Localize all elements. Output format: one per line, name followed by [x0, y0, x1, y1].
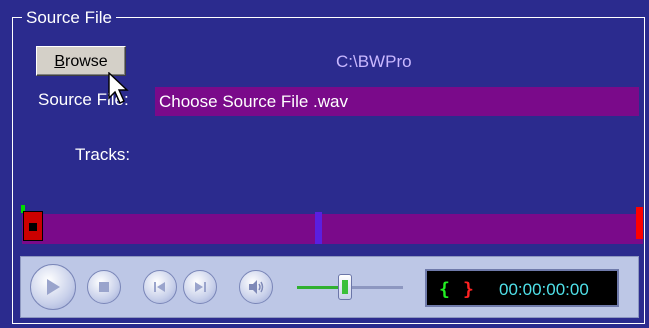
browse-button-label: Browse [54, 53, 108, 70]
mute-button[interactable] [239, 270, 273, 304]
marker-out-brace: } [463, 279, 474, 300]
speaker-icon [249, 280, 264, 294]
play-button[interactable] [30, 264, 76, 310]
play-icon [47, 279, 60, 295]
source-file-panel: Source File Browse C:\BWPro Source File:… [0, 0, 649, 328]
next-button[interactable] [183, 270, 217, 304]
current-path: C:\BWPro [336, 52, 412, 71]
source-file-field[interactable]: Choose Source File .wav [155, 87, 639, 116]
groupbox-title: Source File [22, 8, 116, 28]
stop-icon [99, 282, 109, 292]
start-marker[interactable] [23, 211, 43, 241]
previous-icon [154, 282, 165, 292]
transport-bar: { } 00:00:00:00 [20, 256, 639, 318]
next-icon [195, 282, 206, 292]
mouse-pointer-icon [108, 72, 129, 104]
volume-slider-thumb[interactable] [338, 274, 352, 300]
stop-button[interactable] [87, 270, 121, 304]
playhead-marker[interactable] [315, 212, 322, 244]
volume-thumb-grip [342, 280, 348, 294]
timecode: 00:00:00:00 [499, 280, 589, 299]
end-marker[interactable] [636, 207, 643, 239]
time-display: { } 00:00:00:00 [425, 269, 619, 307]
previous-button[interactable] [143, 270, 177, 304]
timeline-bar[interactable] [22, 214, 643, 244]
start-marker-inner [29, 223, 37, 231]
tracks-label: Tracks: [75, 145, 131, 164]
marker-in-brace: { [439, 279, 450, 300]
